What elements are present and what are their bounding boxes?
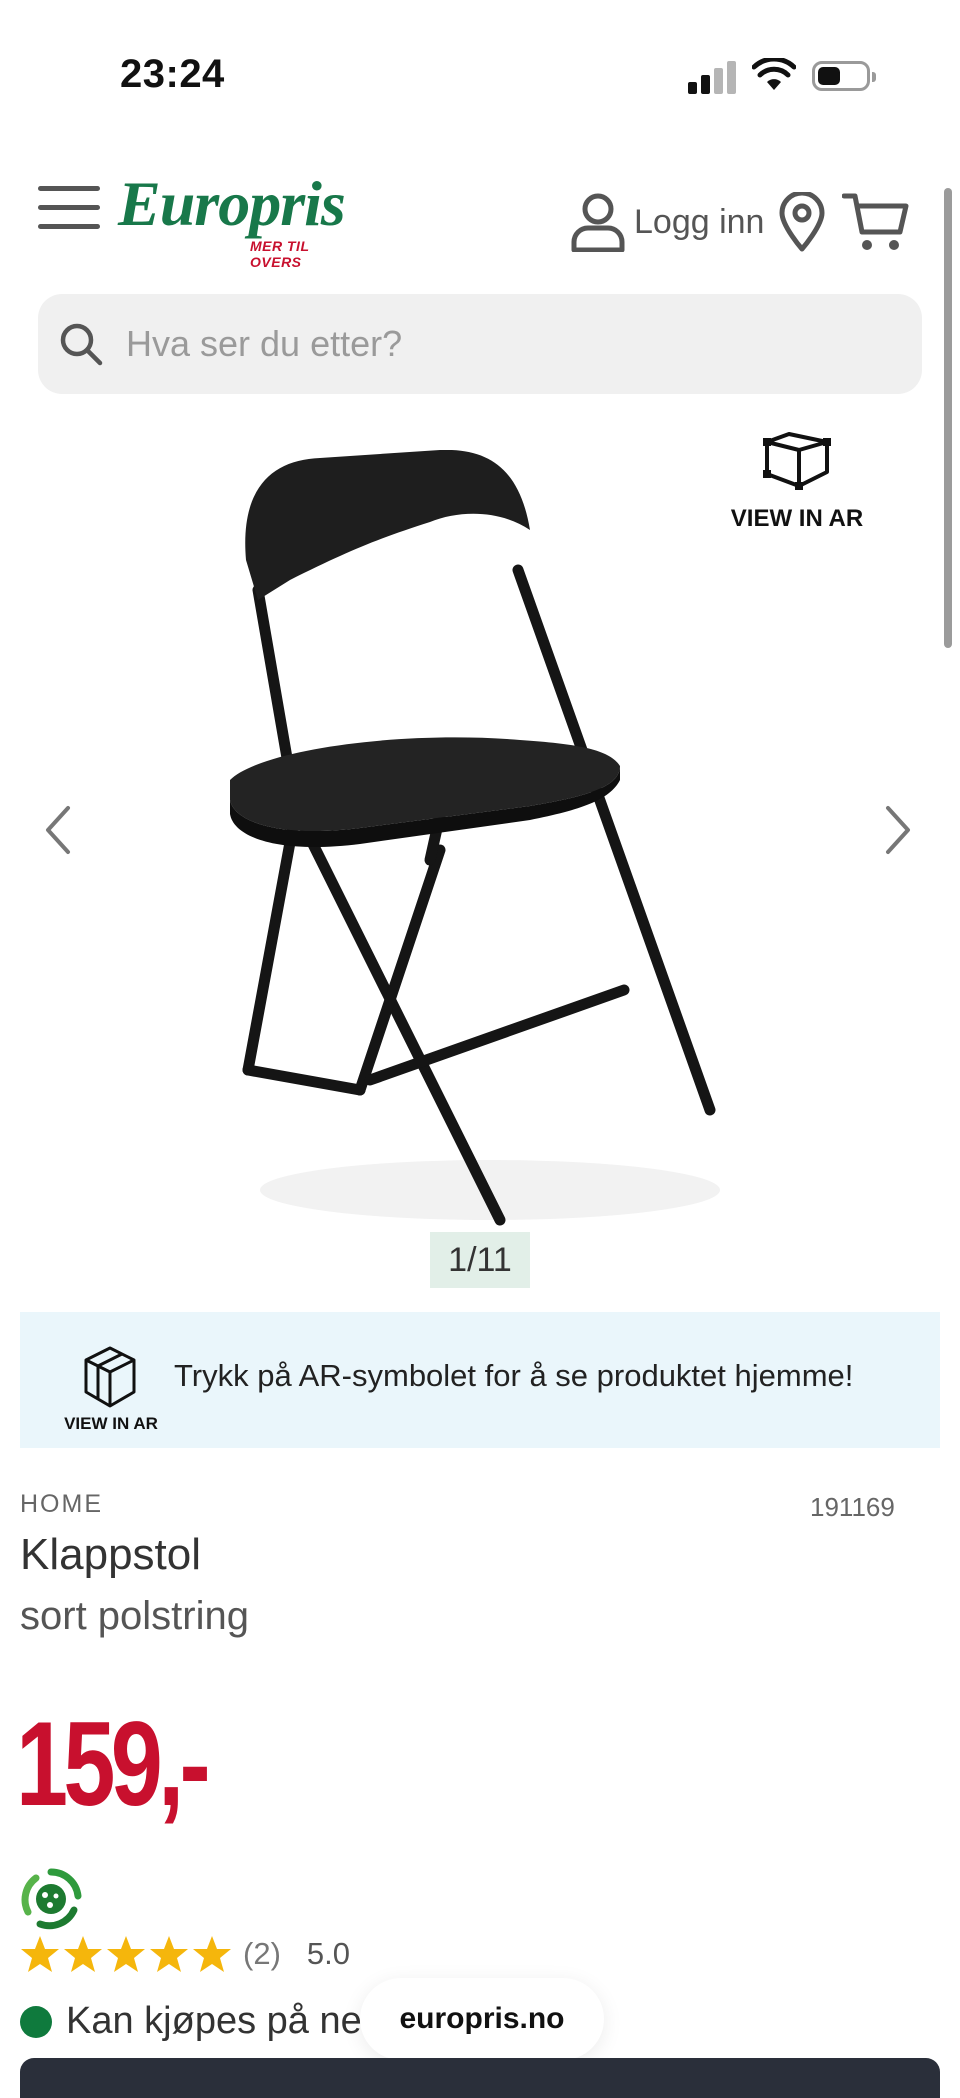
cart-icon[interactable] bbox=[842, 192, 910, 254]
product-sku: 191169 bbox=[810, 1492, 895, 1522]
add-to-cart-bar[interactable] bbox=[20, 2058, 940, 2098]
product-subtitle: sort polstring bbox=[20, 1594, 249, 1638]
availability-dot-icon bbox=[20, 2005, 52, 2038]
search-icon bbox=[60, 323, 103, 366]
rating-count: (2) bbox=[243, 1936, 281, 1971]
status-time: 23:24 bbox=[120, 52, 225, 96]
image-counter: 1/11 bbox=[430, 1232, 530, 1288]
ar-banner-label: VIEW IN AR bbox=[64, 1414, 158, 1433]
availability-status: Kan kjøpes på net bbox=[20, 2000, 372, 2043]
product-category[interactable]: HOME bbox=[20, 1490, 103, 1519]
cellular-signal-icon bbox=[688, 60, 736, 94]
user-icon bbox=[571, 193, 625, 252]
availability-text: Kan kjøpes på net bbox=[66, 2000, 373, 2042]
star-icon bbox=[107, 1936, 145, 1972]
ar-banner-text: Trykk på AR-symbolet for å se produktet … bbox=[174, 1358, 854, 1393]
search-input[interactable] bbox=[124, 322, 888, 366]
battery-icon bbox=[812, 61, 876, 91]
product-title: Klappstol bbox=[20, 1530, 202, 1579]
login-button[interactable]: Logg inn bbox=[570, 192, 764, 252]
star-icon bbox=[150, 1936, 188, 1972]
product-rating[interactable]: (2) 5.0 bbox=[20, 1934, 350, 1974]
location-pin-icon[interactable] bbox=[778, 192, 826, 252]
logo-text: Europris bbox=[118, 168, 346, 239]
product-image bbox=[230, 450, 720, 1226]
ar-cube-icon bbox=[84, 1346, 136, 1408]
star-icon bbox=[21, 1936, 59, 1972]
star-icon bbox=[193, 1936, 231, 1972]
gallery-next-arrow-icon[interactable] bbox=[876, 800, 920, 860]
star-icon bbox=[64, 1936, 102, 1972]
gallery-prev-arrow-icon[interactable] bbox=[36, 800, 80, 860]
logo-tagline: MER TIL OVERS bbox=[250, 238, 310, 270]
menu-icon[interactable] bbox=[38, 186, 100, 230]
wifi-icon bbox=[752, 58, 796, 90]
rating-score: 5.0 bbox=[306, 1936, 350, 1971]
eco-recycle-icon[interactable] bbox=[18, 1866, 84, 1932]
login-label: Logg inn bbox=[634, 202, 765, 241]
search-bar[interactable] bbox=[38, 294, 922, 394]
product-price: 159,- bbox=[16, 1697, 211, 1831]
europris-logo[interactable]: Europris MER TIL OVERS bbox=[118, 168, 358, 271]
ar-cube-icon bbox=[763, 432, 831, 490]
browser-url-bar[interactable]: europris.no bbox=[360, 1978, 604, 2060]
